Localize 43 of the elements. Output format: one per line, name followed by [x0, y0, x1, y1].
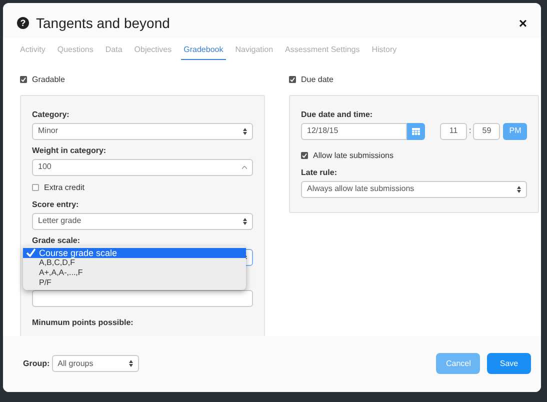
date-field[interactable]: 12/18/15: [301, 122, 407, 140]
hour-field[interactable]: 11: [440, 122, 467, 140]
select-arrows-icon: [243, 218, 247, 225]
close-button[interactable]: ×: [518, 16, 527, 30]
checkbox[interactable]: [289, 76, 296, 84]
menu-option[interactable]: P/F: [23, 278, 246, 288]
checkbox[interactable]: [32, 184, 39, 192]
field-label: Group:: [23, 358, 50, 370]
menu-option[interactable]: A+,A,A-,...,F: [23, 268, 246, 278]
select-field[interactable]: Always allow late submissions: [301, 180, 528, 198]
select-arrows-icon: [517, 186, 522, 193]
field-label: Score entry:: [32, 198, 80, 211]
checkbox-label: Gradable: [32, 74, 65, 86]
checkmark-icon: [26, 248, 36, 258]
select-field[interactable]: Letter grade: [32, 212, 253, 230]
field-label: Weight in category:: [32, 144, 108, 157]
select-field[interactable]: All groups: [52, 355, 139, 372]
time-separator: :: [469, 125, 472, 138]
calendar-button[interactable]: [407, 122, 425, 140]
select-arrows-icon: [243, 254, 247, 261]
tab[interactable]: Gradebook: [180, 42, 226, 60]
checkbox[interactable]: [301, 152, 308, 160]
menu-option[interactable]: Course grade scale: [23, 248, 246, 258]
checkbox-label: Extra credit: [44, 182, 84, 194]
text-field[interactable]: [32, 290, 253, 307]
checkbox[interactable]: [20, 76, 27, 84]
field-label: Due date and time:: [301, 108, 374, 121]
checkbox-label: Due date: [301, 74, 334, 86]
checkbox-label: Allow late submissions: [313, 150, 394, 162]
field-label: Grade scale:: [32, 234, 82, 247]
spinner-icon[interactable]: [242, 166, 247, 169]
minute-field[interactable]: 59: [473, 122, 500, 140]
field-label: Minumum points possible:: [32, 316, 134, 329]
calendar-icon: [412, 128, 420, 135]
select-arrows-icon: [243, 128, 247, 135]
field-label: Category:: [32, 108, 70, 121]
select-arrows-icon: [128, 360, 133, 368]
menu-option[interactable]: A,B,C,D,F: [23, 258, 246, 268]
field-label: Late rule:: [301, 166, 338, 179]
number-field[interactable]: 100: [32, 158, 253, 176]
help-icon[interactable]: ?: [17, 17, 29, 30]
select-field[interactable]: Minor: [32, 122, 253, 140]
dialog-title: Tangents and beyond: [36, 15, 171, 32]
